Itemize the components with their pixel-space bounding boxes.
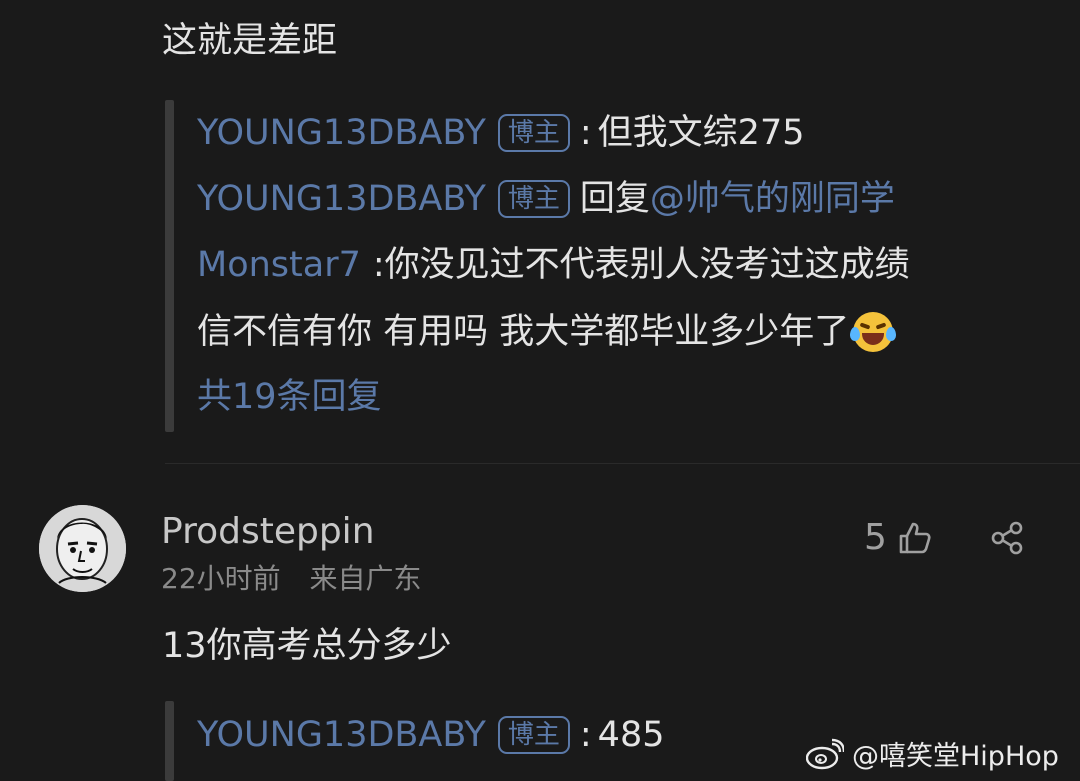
- reply-text: 但我文综275: [597, 113, 805, 153]
- author-badge: 博主: [497, 180, 570, 219]
- reply-indicator-bar: [165, 701, 174, 781]
- avatar-sketch-icon: [39, 505, 126, 592]
- avatar[interactable]: [39, 505, 126, 592]
- like-count: 5: [864, 517, 887, 558]
- reply-separator: :: [579, 715, 592, 755]
- like-button[interactable]: 5: [864, 515, 933, 561]
- thumbs-up-icon[interactable]: [897, 520, 933, 556]
- reply-block[interactable]: YOUNG13DBABY 博主 : 但我文综275 YOUNG13DBABY 博…: [165, 100, 1045, 432]
- watermark-text: @嘻笑堂HipHop: [852, 741, 1059, 772]
- comment-location: 来自广东: [309, 562, 422, 595]
- reply-text: 你没见过不代表别人没考过这成绩: [384, 245, 910, 285]
- reply-continuation: 信不信有你 有用吗 我大学都毕业多少年了: [197, 311, 897, 352]
- reply-item[interactable]: YOUNG13DBABY 博主 回复 @帅气的刚同学: [197, 180, 895, 219]
- reply-item[interactable]: Monstar7 : 你没见过不代表别人没考过这成绩: [197, 246, 910, 285]
- comment-text: 13你高考总分多少: [162, 626, 452, 666]
- weibo-logo-icon: [806, 738, 844, 769]
- reply-author[interactable]: YOUNG13DBABY: [197, 114, 486, 153]
- more-replies-link[interactable]: 共19条回复: [197, 378, 382, 417]
- reply-author[interactable]: YOUNG13DBABY: [197, 716, 486, 755]
- reply-item[interactable]: YOUNG13DBABY 博主 : 485: [197, 716, 664, 755]
- reply-prefix: 回复: [579, 179, 650, 219]
- watermark: @嘻笑堂HipHop: [806, 734, 1059, 773]
- comment-time: 22小时前: [161, 562, 281, 595]
- author-badge: 博主: [497, 114, 570, 153]
- tears-of-joy-emoji-icon: [850, 312, 897, 352]
- reply-text: 485: [597, 715, 665, 755]
- comment-meta: 22小时前 来自广东: [161, 557, 422, 597]
- share-icon[interactable]: [989, 520, 1025, 556]
- comment-username[interactable]: Prodsteppin: [161, 511, 375, 552]
- mention-link[interactable]: @帅气的刚同学: [650, 180, 895, 219]
- reply-indicator-bar: [165, 100, 174, 432]
- reply-item[interactable]: YOUNG13DBABY 博主 : 但我文综275: [197, 114, 804, 153]
- reply-separator: :: [372, 245, 385, 285]
- comment-text: 这就是差距: [162, 21, 338, 61]
- author-badge: 博主: [497, 716, 570, 755]
- comment-divider: [165, 463, 1080, 464]
- reply-author[interactable]: Monstar7: [197, 246, 361, 285]
- reply-separator: :: [579, 113, 592, 153]
- reply-text: 信不信有你 有用吗 我大学都毕业多少年了: [197, 311, 850, 352]
- reply-author[interactable]: YOUNG13DBABY: [197, 180, 486, 219]
